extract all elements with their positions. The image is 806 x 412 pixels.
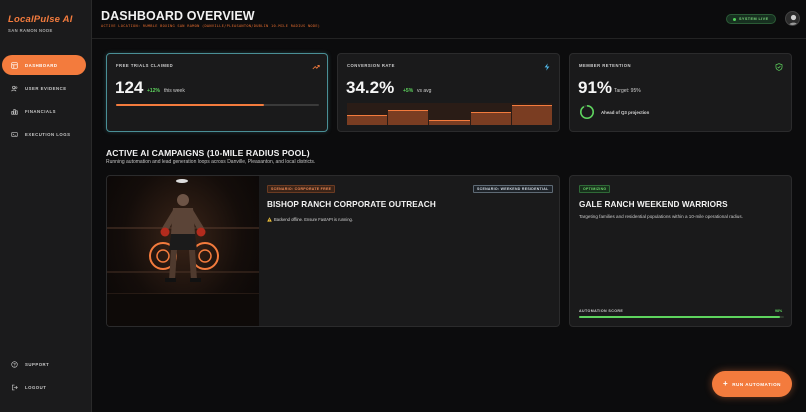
sidebar-item-logout[interactable]: LOGOUT (2, 377, 86, 397)
sidebar-item-execution-logs[interactable]: EXECUTION LOGS (2, 124, 86, 144)
metric-value: 34.2% (346, 78, 395, 97)
sidebar-item-financials[interactable]: FINANCIALS (2, 101, 86, 121)
sidebar-nav: DASHBOARD USER EVIDENCE FINANCIALS EXECU… (0, 55, 92, 147)
backend-warning: Backend offline. Ensure FastAPI is runni… (267, 217, 353, 222)
sidebar: LocalPulse AI SAN RAMON NODE DASHBOARD U… (0, 0, 92, 412)
app-root: LocalPulse AI SAN RAMON NODE DASHBOARD U… (0, 0, 806, 412)
scenario-tag-weekend[interactable]: SCENARIO: WEEKEND RESIDENTIAL (473, 185, 553, 193)
metric-card-conversion[interactable]: CONVERSION RATE 34.2% +5% vs avg (337, 53, 560, 132)
run-automation-button[interactable]: + RUN AUTOMATION (712, 371, 792, 397)
automation-score-value: 98% (775, 309, 783, 313)
plus-icon: + (723, 379, 729, 388)
conversion-bar (429, 119, 470, 125)
bar-chart-icon (10, 107, 19, 116)
trials-progress-fill (116, 104, 265, 106)
boxer-illustration (107, 179, 259, 326)
automation-score-fill (579, 316, 780, 318)
retention-ring-arc (580, 105, 594, 119)
automation-score-track (579, 316, 784, 318)
retention-ring (580, 105, 594, 119)
scenario-tag-corporate: SCENARIO: CORPORATE FREE (267, 185, 336, 193)
optimizing-badge: OPTIMIZING (579, 185, 611, 193)
logout-icon (10, 383, 19, 392)
sidebar-item-label: SUPPORT (25, 361, 50, 367)
trending-up-icon (312, 64, 320, 70)
status-label: SYSTEM LIVE (739, 17, 769, 21)
active-location: ACTIVE LOCATION: RUMBLE BOXING SAN RAMON… (101, 24, 321, 28)
users-icon (10, 84, 19, 93)
conversion-sparkbars (347, 103, 553, 125)
sidebar-item-label: DASHBOARD (25, 62, 58, 68)
sidebar-item-label: EXECUTION LOGS (25, 131, 71, 137)
conversion-bar (388, 109, 429, 125)
shield-check-icon (775, 63, 783, 71)
sidebar-item-label: LOGOUT (25, 384, 47, 390)
campaign-description: Targeting families and residential popul… (579, 214, 743, 219)
avatar[interactable] (785, 11, 800, 26)
metric-delta: +12% (147, 88, 160, 94)
metric-label: CONVERSION RATE (347, 63, 395, 68)
campaign-card-gale-ranch[interactable]: OPTIMIZING GALE RANCH WEEKEND WARRIORS T… (569, 175, 792, 327)
metric-value: 91% (578, 78, 613, 97)
conversion-bar (470, 111, 511, 125)
conversion-bar (347, 115, 388, 125)
sidebar-bottom: SUPPORT LOGOUT (0, 354, 92, 400)
sidebar-item-label: USER EVIDENCE (25, 85, 67, 91)
boxer-image (107, 176, 259, 326)
campaign-card-bishop-ranch[interactable]: SCENARIO: CORPORATE FREE SCENARIO: WEEKE… (106, 175, 560, 327)
brand-name: LocalPulse AI (8, 14, 73, 25)
run-automation-label: RUN AUTOMATION (732, 381, 781, 387)
metric-delta: +5% (403, 88, 414, 94)
metric-card-retention[interactable]: MEMBER RETENTION 91% Target: 95% Ahead o… (569, 53, 792, 132)
sidebar-item-support[interactable]: SUPPORT (2, 354, 86, 374)
trials-progress-track (116, 104, 319, 106)
page-title: DASHBOARD OVERVIEW (101, 9, 255, 23)
automation-score-label: AUTOMATION SCORE (579, 309, 624, 313)
metric-value: 124 (115, 78, 144, 97)
section-subtitle: Running automation and lead generation l… (106, 159, 316, 165)
metric-label: FREE TRIALS CLAIMED (116, 63, 174, 68)
campaign-title: GALE RANCH WEEKEND WARRIORS (579, 200, 728, 209)
metric-card-free-trials[interactable]: FREE TRIALS CLAIMED 124 +12% this week (106, 53, 328, 132)
section-title: ACTIVE AI CAMPAIGNS (10-MILE RADIUS POOL… (106, 148, 310, 158)
retention-ring-note: Ahead of Q3 projection (601, 110, 650, 115)
campaign-title: BISHOP RANCH CORPORATE OUTREACH (267, 200, 436, 209)
metric-note: this week (164, 88, 185, 94)
metric-label: MEMBER RETENTION (579, 63, 631, 68)
conversion-bar (511, 105, 553, 125)
sidebar-item-user-evidence[interactable]: USER EVIDENCE (2, 78, 86, 98)
help-icon (10, 360, 19, 369)
system-status-badge: SYSTEM LIVE (726, 14, 776, 24)
warning-icon (267, 217, 272, 222)
warning-text: Backend offline. Ensure FastAPI is runni… (274, 217, 353, 222)
top-header: DASHBOARD OVERVIEW ACTIVE LOCATION: RUMB… (92, 0, 806, 39)
sidebar-item-dashboard[interactable]: DASHBOARD (2, 55, 86, 75)
metric-note: vs avg (417, 88, 432, 94)
dashboard-icon (10, 61, 19, 70)
status-dot-icon (733, 17, 736, 21)
metric-note: Target: 95% (614, 88, 641, 94)
sidebar-item-label: FINANCIALS (25, 108, 57, 114)
brand-node: SAN RAMON NODE (8, 28, 53, 33)
logs-icon (10, 130, 19, 139)
brand[interactable]: LocalPulse AI SAN RAMON NODE (8, 14, 73, 33)
lightning-icon (544, 63, 550, 71)
